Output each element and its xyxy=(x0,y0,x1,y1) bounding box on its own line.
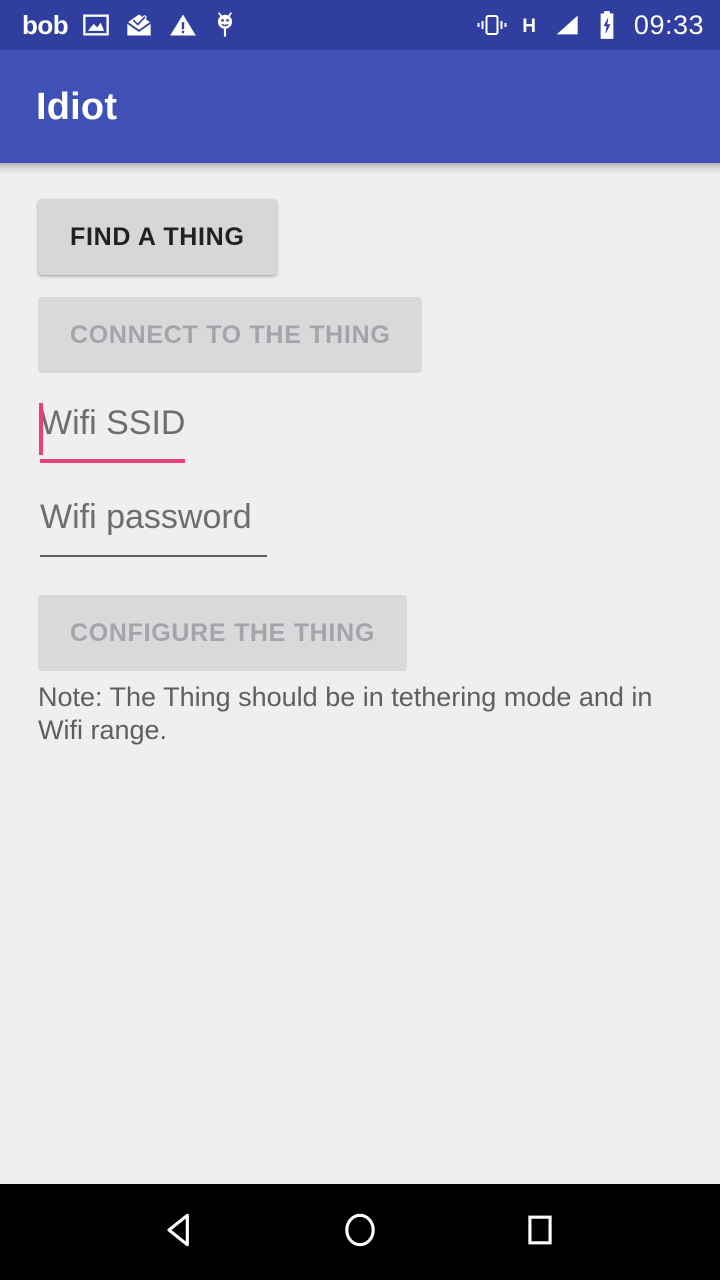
text-cursor xyxy=(39,403,43,455)
navigation-bar xyxy=(0,1184,720,1280)
action-bar: Idiot xyxy=(0,50,720,175)
carrier-label: bob xyxy=(22,10,69,40)
mail-read-icon xyxy=(124,9,154,41)
wifi-password-field[interactable]: Wifi password xyxy=(38,491,720,579)
signal-icon xyxy=(549,9,583,41)
wifi-password-placeholder: Wifi password xyxy=(40,498,252,536)
recents-square-icon xyxy=(518,1208,562,1257)
status-bar-left-group: bob xyxy=(22,9,238,41)
main-content: FIND A THING CONNECT TO THE THING Wifi S… xyxy=(0,163,720,1184)
photo-icon xyxy=(82,9,110,41)
recents-button[interactable] xyxy=(485,1184,595,1280)
page-title: Idiot xyxy=(36,85,118,128)
network-type-label: H xyxy=(522,16,536,37)
battery-charging-icon xyxy=(596,9,618,41)
find-a-thing-button[interactable]: FIND A THING xyxy=(38,199,277,275)
back-button[interactable] xyxy=(125,1184,235,1280)
wifi-ssid-field[interactable]: Wifi SSID xyxy=(38,397,720,485)
wifi-password-underline xyxy=(40,555,267,557)
wifi-ssid-underline xyxy=(40,459,185,463)
wifi-ssid-placeholder: Wifi SSID xyxy=(40,404,186,442)
warning-icon xyxy=(168,9,198,41)
back-triangle-icon xyxy=(158,1208,202,1257)
home-circle-icon xyxy=(338,1208,382,1257)
status-bar-right-group: H 09:33 xyxy=(475,9,704,41)
vibrate-icon xyxy=(475,9,509,41)
status-bar: bob H 09:33 xyxy=(0,0,720,50)
connect-to-the-thing-button[interactable]: CONNECT TO THE THING xyxy=(38,297,423,373)
note-text: Note: The Thing should be in tethering m… xyxy=(38,682,653,745)
android-debug-icon xyxy=(212,9,238,41)
configure-the-thing-button[interactable]: CONFIGURE THE THING xyxy=(38,595,407,671)
home-button[interactable] xyxy=(305,1184,415,1280)
phone-screen: bob H 09:33 Idiot FIND A THING CONNECT T… xyxy=(0,0,720,1280)
clock: 09:33 xyxy=(633,9,704,40)
